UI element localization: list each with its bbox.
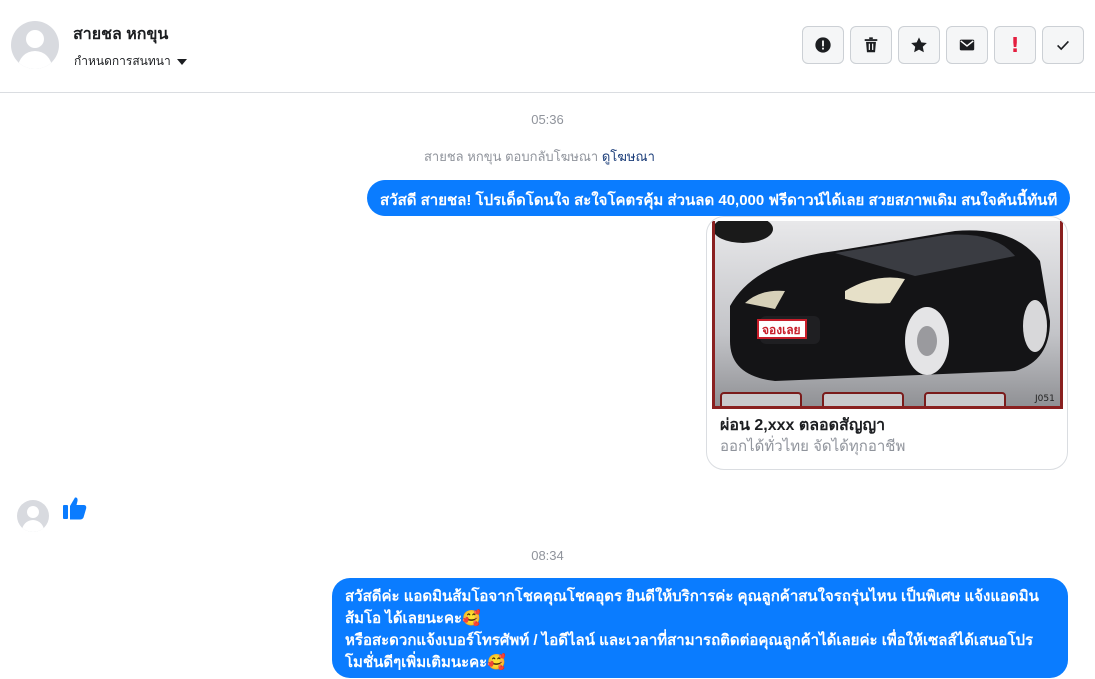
car-ad-image: จองเลย J051: [712, 221, 1063, 409]
sender-avatar[interactable]: [17, 500, 49, 532]
ad-reply-note: สายชล หกขุน ตอบกลับโฆษณา ดูโฆษณา: [424, 146, 655, 167]
star-icon: [911, 37, 927, 53]
mark-unread-button[interactable]: [946, 26, 988, 64]
outgoing-message: สวัสดี สายชล! โปรเด็ดโดนใจ สะใจโคตรคุ้ม …: [367, 180, 1071, 216]
conversation-settings-dropdown[interactable]: กำหนดการสนทนา: [74, 52, 187, 71]
ad-reply-text: สายชล หกขุน ตอบกลับโฆษณา: [424, 149, 599, 164]
conversation-header: สายชล หกขุน กำหนดการสนทนา !: [0, 0, 1095, 93]
message-line: หรือสะดวกแจ้งเบอร์โทรศัพท์ / ไอดีไลน์ แล…: [345, 632, 1034, 649]
contact-name[interactable]: สายชล หกขุน: [73, 22, 168, 47]
thumbs-up-icon: [63, 497, 87, 520]
ad-card[interactable]: จองเลย J051 ผ่อน 2,xxx ตลอดสัญญา ออกได้ท…: [706, 216, 1068, 470]
alert-circle-icon: [815, 37, 831, 53]
exclamation-icon: !: [1010, 33, 1020, 57]
report-button[interactable]: [802, 26, 844, 64]
message-timestamp: 08:34: [531, 548, 564, 563]
conversation-settings-label: กำหนดการสนทนา: [74, 54, 171, 68]
reserve-label: จองเลย: [762, 323, 801, 337]
caret-down-icon: [176, 58, 187, 65]
contact-avatar[interactable]: [11, 21, 59, 69]
message-timestamp: 05:36: [531, 112, 564, 127]
mark-done-button[interactable]: [1042, 26, 1084, 64]
ad-card-subtitle: ออกได้ทั่วไทย จัดได้ทุกอาชีพ: [720, 438, 906, 455]
car-photo: จองเลย J051: [715, 221, 1060, 406]
trash-icon: [864, 37, 878, 53]
message-line: สวัสดีค่ะ แอดมินส้มโอจากโชคคุณโชคอุดร ยิ…: [345, 588, 1039, 605]
star-button[interactable]: [898, 26, 940, 64]
envelope-icon: [959, 39, 975, 51]
message-line: โมชั่นดีๆเพิ่มเติมนะคะ🥰: [345, 654, 506, 671]
message-line: ส้มโอ ได้เลยนะคะ🥰: [345, 610, 481, 627]
car-code: J051: [1034, 394, 1055, 404]
action-toolbar: !: [802, 26, 1084, 64]
check-icon: [1057, 40, 1069, 51]
spam-button[interactable]: !: [994, 26, 1036, 64]
view-ad-link[interactable]: ดูโฆษณา: [602, 149, 655, 164]
outgoing-message: สวัสดีค่ะ แอดมินส้มโอจากโชคคุณโชคอุดร ยิ…: [332, 578, 1068, 678]
delete-button[interactable]: [850, 26, 892, 64]
